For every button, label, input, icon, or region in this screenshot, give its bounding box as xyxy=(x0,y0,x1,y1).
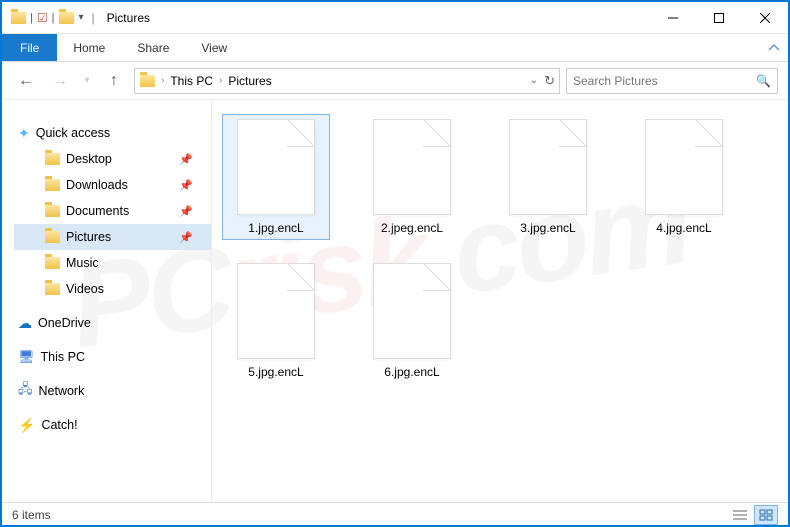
sidebar-label: Quick access xyxy=(36,126,110,140)
pin-icon: 📌 xyxy=(179,205,193,218)
tab-view[interactable]: View xyxy=(185,34,243,61)
pin-icon: 📌 xyxy=(179,179,193,192)
file-icon xyxy=(645,119,723,215)
sidebar-item-label: Music xyxy=(66,256,99,270)
sidebar-item-downloads[interactable]: Downloads 📌 xyxy=(14,172,211,198)
titlebar: | ☑ | ▾ | Pictures xyxy=(2,2,788,34)
details-view-button[interactable] xyxy=(728,505,752,525)
file-label: 5.jpg.encL xyxy=(248,365,303,379)
close-button[interactable] xyxy=(742,2,788,34)
search-input[interactable] xyxy=(573,74,756,88)
sidebar-item-pictures[interactable]: Pictures 📌 xyxy=(14,224,211,250)
ribbon-expand-icon[interactable] xyxy=(768,34,788,61)
file-label: 1.jpg.encL xyxy=(248,221,303,235)
qat-dropdown-icon[interactable]: ▾ xyxy=(78,12,83,23)
sidebar: ✦ Quick access Desktop 📌 Downloads 📌 Docum… xyxy=(2,100,212,502)
quick-access-icon: ✦ xyxy=(18,125,30,142)
minimize-button[interactable] xyxy=(650,2,696,34)
navbar: ← → ▾ ↑ › This PC › Pictures ⌄ ↻ 🔍 xyxy=(2,62,788,100)
file-icon xyxy=(237,119,315,215)
sidebar-label: This PC xyxy=(41,350,85,364)
breadcrumb-thispc[interactable]: This PC xyxy=(170,74,213,88)
sidebar-item-label: Documents xyxy=(66,204,129,218)
chevron-right-icon[interactable]: › xyxy=(219,75,222,86)
catch-icon: ⚡ xyxy=(18,417,35,434)
sidebar-item-documents[interactable]: Documents 📌 xyxy=(14,198,211,224)
sidebar-thispc[interactable]: 🖥 This PC xyxy=(14,344,211,370)
file-item[interactable]: 2.jpeg.encL xyxy=(358,114,466,240)
sidebar-item-music[interactable]: Music xyxy=(14,250,211,276)
sidebar-onedrive[interactable]: ☁ OneDrive xyxy=(14,310,211,336)
breadcrumb-pictures[interactable]: Pictures xyxy=(228,74,271,88)
file-item[interactable]: 6.jpg.encL xyxy=(358,258,466,384)
file-label: 3.jpg.encL xyxy=(520,221,575,235)
ribbon: File Home Share View xyxy=(2,34,788,62)
address-icon xyxy=(139,73,155,89)
sidebar-item-label: Downloads xyxy=(66,178,128,192)
file-tab[interactable]: File xyxy=(2,34,57,61)
qat-sep: | xyxy=(30,12,33,24)
qat-properties-icon[interactable]: ☑ xyxy=(37,11,48,25)
up-button[interactable]: ↑ xyxy=(100,67,128,95)
title-separator: | xyxy=(92,11,95,25)
sidebar-label: Network xyxy=(39,384,85,398)
back-button[interactable]: ← xyxy=(12,67,40,95)
sidebar-item-desktop[interactable]: Desktop 📌 xyxy=(14,146,211,172)
sidebar-item-label: Pictures xyxy=(66,230,111,244)
file-item[interactable]: 4.jpg.encL xyxy=(630,114,738,240)
file-item[interactable]: 5.jpg.encL xyxy=(222,258,330,384)
statusbar: 6 items xyxy=(2,502,788,527)
forward-button[interactable]: → xyxy=(46,67,74,95)
file-label: 2.jpeg.encL xyxy=(381,221,443,235)
pin-icon: 📌 xyxy=(179,231,193,244)
search-box[interactable]: 🔍 xyxy=(566,68,778,94)
folder-icon xyxy=(44,151,60,167)
app-icon xyxy=(10,10,26,26)
sidebar-label: OneDrive xyxy=(38,316,91,330)
file-icon xyxy=(373,119,451,215)
file-label: 4.jpg.encL xyxy=(656,221,711,235)
file-label: 6.jpg.encL xyxy=(384,365,439,379)
recent-dropdown-icon[interactable]: ▾ xyxy=(80,67,94,95)
sidebar-quick-access[interactable]: ✦ Quick access xyxy=(14,120,211,146)
sidebar-catch[interactable]: ⚡ Catch! xyxy=(14,412,211,438)
address-bar[interactable]: › This PC › Pictures ⌄ ↻ xyxy=(134,68,560,94)
folder-icon xyxy=(44,203,60,219)
search-icon[interactable]: 🔍 xyxy=(756,74,771,88)
icons-view-button[interactable] xyxy=(754,505,778,525)
computer-icon: 🖥 xyxy=(18,349,35,365)
qat-newfolder-icon[interactable] xyxy=(58,10,74,26)
file-item[interactable]: 3.jpg.encL xyxy=(494,114,602,240)
sidebar-item-videos[interactable]: Videos xyxy=(14,276,211,302)
chevron-right-icon[interactable]: › xyxy=(161,75,164,86)
file-item[interactable]: 1.jpg.encL xyxy=(222,114,330,240)
maximize-button[interactable] xyxy=(696,2,742,34)
address-dropdown-icon[interactable]: ⌄ xyxy=(530,75,538,86)
qat: | ☑ | ▾ | Pictures xyxy=(2,10,150,26)
file-icon xyxy=(237,263,315,359)
file-icon xyxy=(373,263,451,359)
window-controls xyxy=(650,2,788,34)
refresh-icon[interactable]: ↻ xyxy=(544,73,555,89)
content-pane[interactable]: 1.jpg.encL 2.jpeg.encL 3.jpg.encL 4.jpg.enc… xyxy=(212,100,788,502)
sidebar-network[interactable]: 🖧 Network xyxy=(14,378,211,404)
qat-sep2: | xyxy=(52,12,55,24)
tab-share[interactable]: Share xyxy=(121,34,185,61)
status-count: 6 items xyxy=(12,508,51,522)
window-title: Pictures xyxy=(107,11,150,25)
sidebar-label: Catch! xyxy=(41,418,77,432)
sidebar-item-label: Desktop xyxy=(66,152,112,166)
sidebar-item-label: Videos xyxy=(66,282,104,296)
network-icon: 🖧 xyxy=(18,380,33,402)
file-icon xyxy=(509,119,587,215)
folder-icon xyxy=(44,255,60,271)
folder-icon xyxy=(44,177,60,193)
folder-icon xyxy=(44,229,60,245)
tab-home[interactable]: Home xyxy=(57,34,121,61)
folder-icon xyxy=(44,281,60,297)
onedrive-icon: ☁ xyxy=(18,315,32,332)
pin-icon: 📌 xyxy=(179,153,193,166)
